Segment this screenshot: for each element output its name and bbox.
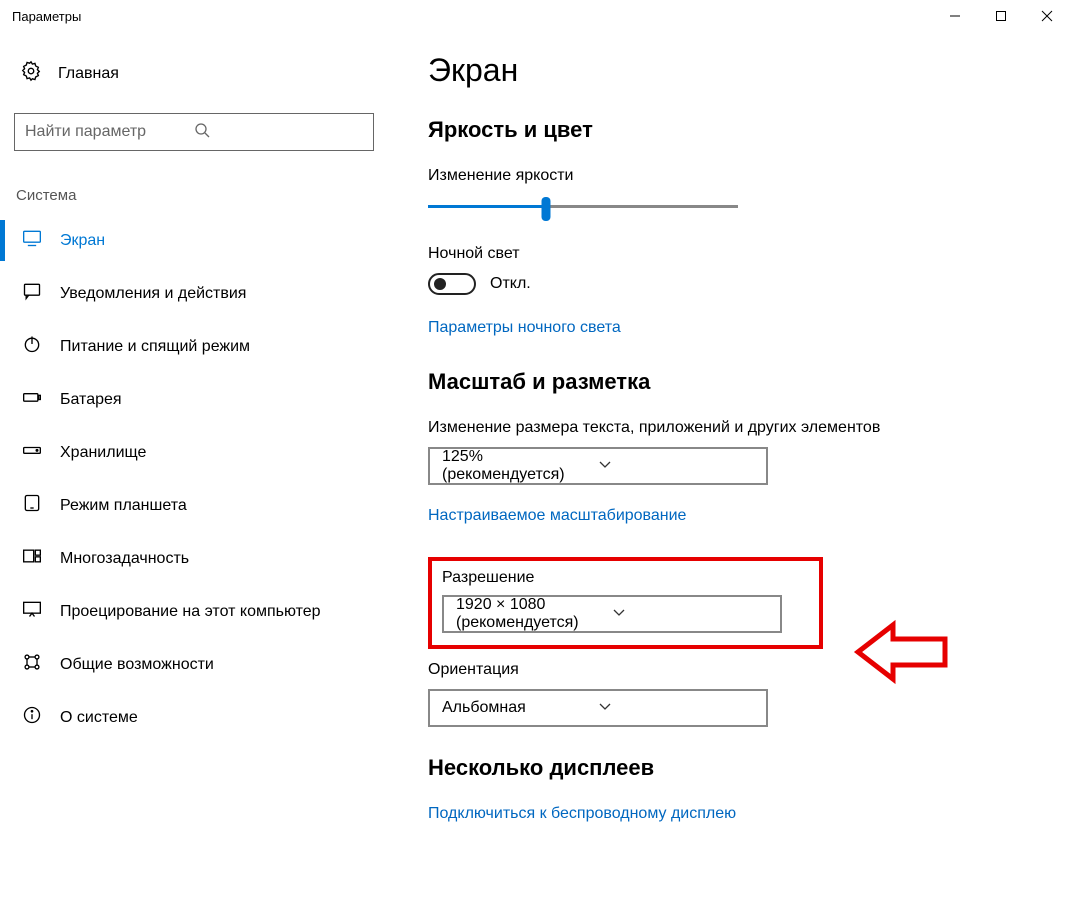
project-icon — [22, 599, 42, 624]
nightlight-toggle[interactable] — [428, 273, 476, 295]
sidebar-item-label: Многозадачность — [60, 550, 189, 568]
slider-thumb[interactable] — [541, 197, 550, 221]
sidebar-item-label: Уведомления и действия — [60, 285, 246, 303]
tablet-icon — [22, 493, 42, 518]
text-size-dropdown[interactable]: 125% (рекомендуется) — [428, 447, 768, 485]
chevron-down-icon — [598, 457, 754, 476]
resolution-label: Разрешение — [442, 569, 809, 587]
sidebar-item-display[interactable]: Экран — [14, 214, 366, 267]
search-icon — [194, 122, 363, 143]
minimize-button[interactable] — [932, 0, 978, 32]
custom-scaling-link[interactable]: Настраиваемое масштабирование — [428, 507, 686, 525]
sidebar-item-label: Экран — [60, 232, 105, 250]
sidebar-item-about[interactable]: О системе — [14, 691, 366, 744]
sidebar-item-shared[interactable]: Общие возможности — [14, 638, 366, 691]
multidisplay-heading: Несколько дисплеев — [428, 755, 1040, 781]
battery-icon — [22, 387, 42, 412]
window-title: Параметры — [12, 9, 81, 24]
sidebar-item-battery[interactable]: Батарея — [14, 373, 366, 426]
multitasking-icon — [22, 546, 42, 571]
nightlight-label: Ночной свет — [428, 245, 1040, 263]
search-input[interactable]: Найти параметр — [14, 113, 374, 151]
resolution-highlight: Разрешение 1920 × 1080 (рекомендуется) — [428, 557, 823, 649]
sidebar-item-notifications[interactable]: Уведомления и действия — [14, 267, 366, 320]
text-size-value: 125% (рекомендуется) — [442, 448, 598, 484]
resolution-dropdown[interactable]: 1920 × 1080 (рекомендуется) — [442, 595, 782, 633]
sidebar-item-label: Общие возможности — [60, 656, 214, 674]
titlebar: Параметры — [0, 0, 1070, 32]
storage-icon — [22, 440, 42, 465]
chevron-down-icon — [598, 699, 754, 718]
nightlight-settings-link[interactable]: Параметры ночного света — [428, 319, 621, 337]
sidebar-item-power[interactable]: Питание и спящий режим — [14, 320, 366, 373]
sidebar-item-storage[interactable]: Хранилище — [14, 426, 366, 479]
sidebar-item-tablet[interactable]: Режим планшета — [14, 479, 366, 532]
monitor-icon — [22, 228, 42, 253]
slider-fill — [428, 205, 546, 208]
sidebar-item-projecting[interactable]: Проецирование на этот компьютер — [14, 585, 366, 638]
sidebar-item-label: Режим планшета — [60, 497, 187, 515]
shared-icon — [22, 652, 42, 677]
brightness-slider[interactable] — [428, 195, 738, 219]
home-button[interactable]: Главная — [14, 52, 366, 95]
scale-heading: Масштаб и разметка — [428, 369, 1040, 395]
text-size-label: Изменение размера текста, приложений и д… — [428, 419, 1040, 437]
brightness-heading: Яркость и цвет — [428, 117, 1040, 143]
orientation-value: Альбомная — [442, 699, 598, 717]
info-icon — [22, 705, 42, 730]
arrow-annotation — [853, 617, 953, 692]
wireless-display-link[interactable]: Подключиться к беспроводному дисплею — [428, 805, 736, 823]
sidebar-item-label: Батарея — [60, 391, 122, 409]
search-placeholder: Найти параметр — [25, 123, 194, 141]
orientation-dropdown[interactable]: Альбомная — [428, 689, 768, 727]
main-content: Экран Яркость и цвет Изменение яркости Н… — [380, 32, 1070, 910]
gear-icon — [20, 60, 42, 87]
sidebar-item-multitasking[interactable]: Многозадачность — [14, 532, 366, 585]
toggle-knob — [434, 278, 446, 290]
sidebar-item-label: О системе — [60, 709, 138, 727]
resolution-value: 1920 × 1080 (рекомендуется) — [456, 596, 612, 632]
sidebar-item-label: Проецирование на этот компьютер — [60, 603, 321, 621]
brightness-slider-label: Изменение яркости — [428, 167, 1040, 185]
sidebar-item-label: Хранилище — [60, 444, 146, 462]
sidebar-item-label: Питание и спящий режим — [60, 338, 250, 356]
chevron-down-icon — [612, 605, 768, 624]
close-button[interactable] — [1024, 0, 1070, 32]
notification-icon — [22, 281, 42, 306]
home-label: Главная — [58, 65, 119, 83]
page-title: Экран — [428, 52, 1040, 89]
sidebar: Главная Найти параметр Система Экран Уве… — [0, 32, 380, 910]
sidebar-section-label: Система — [14, 187, 366, 204]
maximize-button[interactable] — [978, 0, 1024, 32]
window-controls — [932, 0, 1070, 32]
nightlight-state: Откл. — [490, 275, 531, 293]
power-icon — [22, 334, 42, 359]
